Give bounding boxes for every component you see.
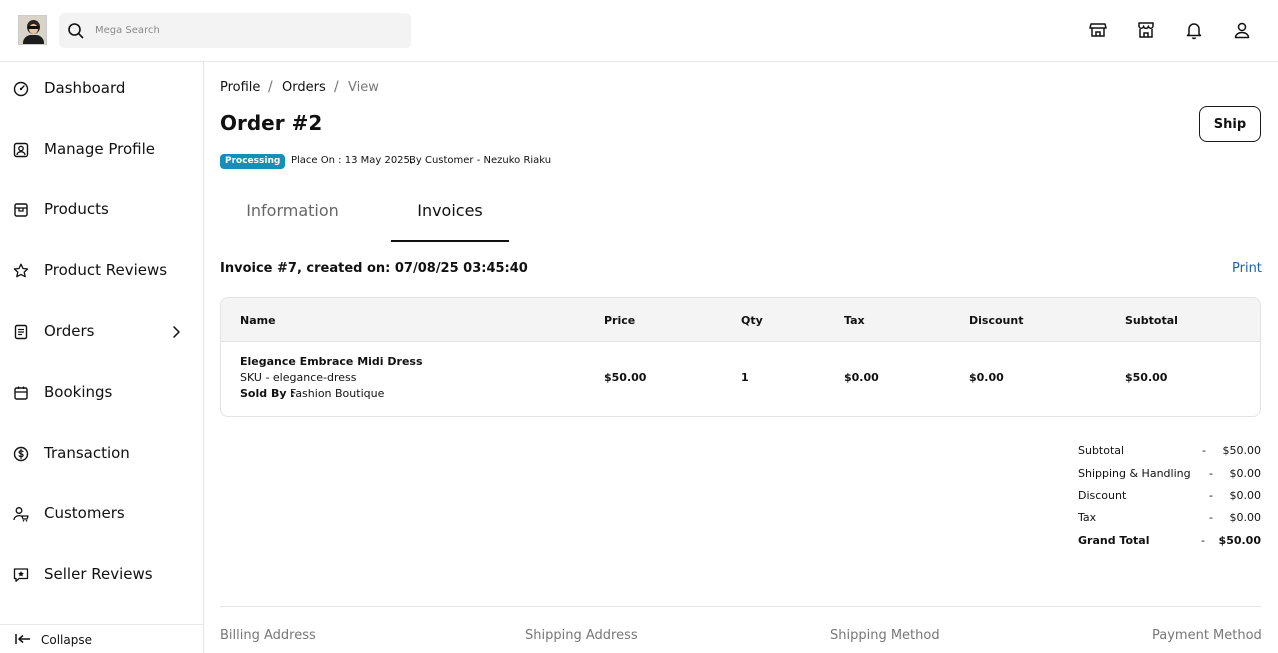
section-divider xyxy=(220,606,1261,607)
sidebar-item-product-reviews[interactable]: Product Reviews xyxy=(0,251,204,291)
sidebar-item-label: Seller Reviews xyxy=(44,565,153,583)
customer-cart-icon xyxy=(13,507,29,522)
column-header-price: Price xyxy=(604,314,636,327)
chevron-right-icon[interactable] xyxy=(170,324,184,340)
summary-dash: - xyxy=(1201,534,1205,547)
document-list-icon xyxy=(14,324,28,340)
sold-by-label: Sold By : xyxy=(240,387,295,400)
breadcrumb-separator: / xyxy=(268,79,273,95)
search-icon xyxy=(68,23,84,39)
sidebar: Dashboard Manage Profile Products Produc… xyxy=(0,62,204,653)
sold-by-value: Fashion Boutique xyxy=(290,387,385,400)
item-tax: $0.00 xyxy=(844,371,879,384)
column-header-discount: Discount xyxy=(969,314,1024,327)
summary-dash: - xyxy=(1209,467,1213,480)
shipping-address-heading: Shipping Address xyxy=(525,628,638,643)
calendar-icon xyxy=(14,386,28,400)
sidebar-item-label: Transaction xyxy=(44,444,130,462)
sidebar-item-label: Products xyxy=(44,200,109,218)
summary-dash: - xyxy=(1202,444,1206,457)
shipping-method-heading: Shipping Method xyxy=(830,628,940,643)
sidebar-item-label: Manage Profile xyxy=(44,140,155,158)
breadcrumb-orders[interactable]: Orders xyxy=(282,80,326,95)
status-badge: Processing xyxy=(220,154,286,169)
user-icon[interactable] xyxy=(1232,20,1252,40)
summary-label: Discount xyxy=(1078,489,1127,502)
review-chat-icon xyxy=(13,568,29,582)
grand-total-value: $50.00 xyxy=(1218,534,1261,547)
sidebar-item-transaction[interactable]: Transaction xyxy=(0,434,204,474)
summary-label: Shipping & Handling xyxy=(1078,467,1191,480)
sidebar-item-label: Orders xyxy=(44,322,95,340)
bell-icon[interactable] xyxy=(1184,20,1204,40)
sidebar-item-label: Customers xyxy=(44,504,125,522)
summary-value: $50.00 xyxy=(1222,444,1262,457)
sidebar-item-bookings[interactable]: Bookings xyxy=(0,373,204,413)
order-placed-date: Place On : 13 May 2025, xyxy=(291,155,414,166)
collapse-button[interactable]: Collapse xyxy=(0,624,204,653)
column-header-qty: Qty xyxy=(741,314,763,327)
column-header-name: Name xyxy=(240,314,276,327)
collapse-label: Collapse xyxy=(41,633,92,647)
order-customer: By Customer - Nezuko Riaku xyxy=(409,155,552,166)
payment-method-heading: Payment Method xyxy=(1152,628,1262,643)
summary-value: $0.00 xyxy=(1229,467,1262,480)
table-header: Name Price Qty Tax Discount Subtotal xyxy=(221,298,1260,342)
main-content: Profile / Orders / View Order #2 Ship Pr… xyxy=(204,62,1278,653)
item-qty: 1 xyxy=(741,371,749,384)
sidebar-item-label: Bookings xyxy=(44,383,113,401)
breadcrumb-view: View xyxy=(348,80,379,95)
dollar-circle-icon xyxy=(13,446,29,462)
sidebar-item-seller-reviews[interactable]: Seller Reviews xyxy=(0,555,204,595)
tab-invoices[interactable]: Invoices xyxy=(391,188,509,242)
profile-card-icon xyxy=(13,142,29,158)
shop-icon[interactable] xyxy=(1136,20,1156,40)
top-bar xyxy=(0,0,1278,62)
item-discount: $0.00 xyxy=(969,371,1004,384)
breadcrumb-profile[interactable]: Profile xyxy=(220,80,260,95)
item-price: $50.00 xyxy=(604,371,647,384)
sidebar-item-customers[interactable]: Customers xyxy=(0,494,204,534)
print-link[interactable]: Print xyxy=(1232,261,1262,276)
summary-dash: - xyxy=(1209,511,1213,524)
avatar[interactable] xyxy=(18,15,47,45)
star-icon xyxy=(13,263,29,278)
store-icon[interactable] xyxy=(1088,20,1108,40)
sidebar-item-label: Product Reviews xyxy=(44,261,168,279)
sidebar-item-products[interactable]: Products xyxy=(0,190,204,230)
invoice-table: Name Price Qty Tax Discount Subtotal Ele… xyxy=(220,297,1261,417)
search-box xyxy=(59,13,411,48)
sidebar-item-dashboard[interactable]: Dashboard xyxy=(0,69,204,109)
summary-label: Subtotal xyxy=(1078,444,1125,457)
summary-value: $0.00 xyxy=(1229,489,1262,502)
sidebar-item-orders[interactable]: Orders xyxy=(0,312,204,352)
billing-address-heading: Billing Address xyxy=(220,628,316,643)
column-header-subtotal: Subtotal xyxy=(1125,314,1178,327)
tab-information[interactable]: Information xyxy=(220,188,365,242)
page-title: Order #2 xyxy=(220,111,323,135)
item-sku: SKU - elegance-dress xyxy=(240,371,357,384)
ship-button[interactable]: Ship xyxy=(1199,106,1261,142)
item-subtotal: $50.00 xyxy=(1125,371,1168,384)
collapse-arrow-icon xyxy=(15,634,30,644)
product-box-icon xyxy=(14,203,28,217)
breadcrumb-separator: / xyxy=(334,79,339,95)
grand-total-label: Grand Total xyxy=(1078,534,1150,547)
search-input[interactable] xyxy=(95,13,395,48)
summary-value: $0.00 xyxy=(1229,511,1262,524)
item-name: Elegance Embrace Midi Dress xyxy=(240,355,423,368)
summary-label: Tax xyxy=(1078,511,1097,524)
sidebar-item-manage-profile[interactable]: Manage Profile xyxy=(0,130,204,170)
invoice-title: Invoice #7, created on: 07/08/25 03:45:4… xyxy=(220,261,528,276)
gauge-icon xyxy=(13,81,29,97)
summary-dash: - xyxy=(1209,489,1213,502)
column-header-tax: Tax xyxy=(844,314,865,327)
sidebar-item-label: Dashboard xyxy=(44,79,126,97)
